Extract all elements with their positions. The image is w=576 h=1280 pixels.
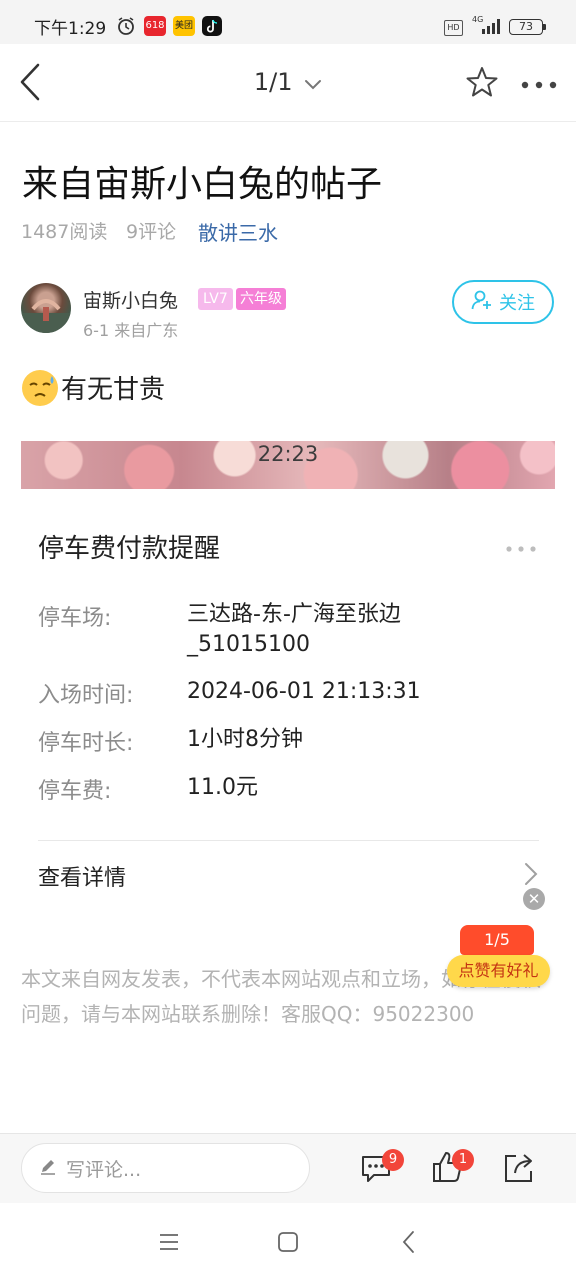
follow-button[interactable]: 关注 (452, 280, 554, 324)
card-divider (38, 840, 539, 841)
parking-lot-value-line2: _51015100 (187, 632, 310, 657)
page-indicator-label: 1/1 (253, 68, 293, 96)
entry-time-label: 入场时间: (38, 683, 134, 708)
promo-counter[interactable]: 1/5 (460, 925, 534, 955)
card-title: 停车费付款提醒 (38, 534, 221, 564)
parking-lot-value: 三达路-东-广海至张边 _51015100 (187, 600, 401, 660)
alarm-icon (116, 16, 136, 36)
comment-count: 9评论 (126, 221, 177, 243)
pencil-icon (38, 1156, 58, 1181)
signal-icon (478, 18, 502, 34)
app-618-icon: 618 (144, 16, 166, 36)
duration-value: 1小时8分钟 (187, 727, 303, 752)
battery-level: 73 (519, 20, 533, 33)
sweat-emoji-icon (22, 370, 58, 406)
star-icon[interactable] (465, 65, 499, 99)
close-icon[interactable]: ✕ (523, 888, 545, 910)
topic-link[interactable]: 散讲三水 (198, 217, 278, 246)
grade-badge: 六年级 (236, 288, 286, 310)
home-icon[interactable] (277, 1231, 299, 1253)
menu-icon[interactable] (158, 1232, 180, 1252)
post-content: 有无甘贵 (61, 375, 166, 405)
fee-value: 11.0元 (187, 775, 258, 800)
entry-time-value: 2024-06-01 21:13:31 (187, 679, 421, 704)
post-title: 来自宙斯小白兔的帖子 (22, 164, 383, 205)
screenshot-time: 22:23 (257, 442, 319, 466)
chevron-down-icon (304, 69, 322, 97)
chevron-right-icon (520, 861, 542, 887)
add-user-icon (471, 289, 493, 316)
share-icon[interactable] (502, 1151, 536, 1185)
tiktok-icon (202, 16, 222, 36)
hd-icon: HD (444, 20, 463, 36)
card-more-icon (505, 538, 537, 557)
back-nav-icon[interactable] (400, 1229, 418, 1255)
read-count: 1487阅读 (21, 221, 108, 243)
level-badge: LV7 (198, 288, 233, 310)
duration-label: 停车时长: (38, 731, 134, 756)
battery-tip (543, 24, 546, 30)
avatar[interactable] (21, 283, 71, 333)
post-date-location: 6-1 来自广东 (83, 321, 179, 340)
parking-lot-label: 停车场: (38, 606, 112, 631)
author-name[interactable]: 宙斯小白兔 (83, 286, 178, 313)
fee-label: 停车费: (38, 779, 112, 804)
more-icon[interactable] (520, 76, 560, 89)
comment-input[interactable]: 写评论... (21, 1143, 310, 1193)
comment-placeholder: 写评论... (66, 1158, 142, 1181)
follow-label: 关注 (499, 293, 535, 314)
battery-icon: 73 (509, 19, 543, 35)
comment-count-badge: 9 (382, 1149, 404, 1171)
like-count-badge: 1 (452, 1149, 474, 1171)
status-time: 下午1:29 (34, 19, 107, 39)
meituan-icon: 美团 (173, 16, 195, 36)
parking-lot-value-line1: 三达路-东-广海至张边 (187, 602, 401, 627)
view-details-link: 查看详情 (38, 866, 127, 891)
promo-button[interactable]: 点赞有好礼 (447, 955, 550, 987)
